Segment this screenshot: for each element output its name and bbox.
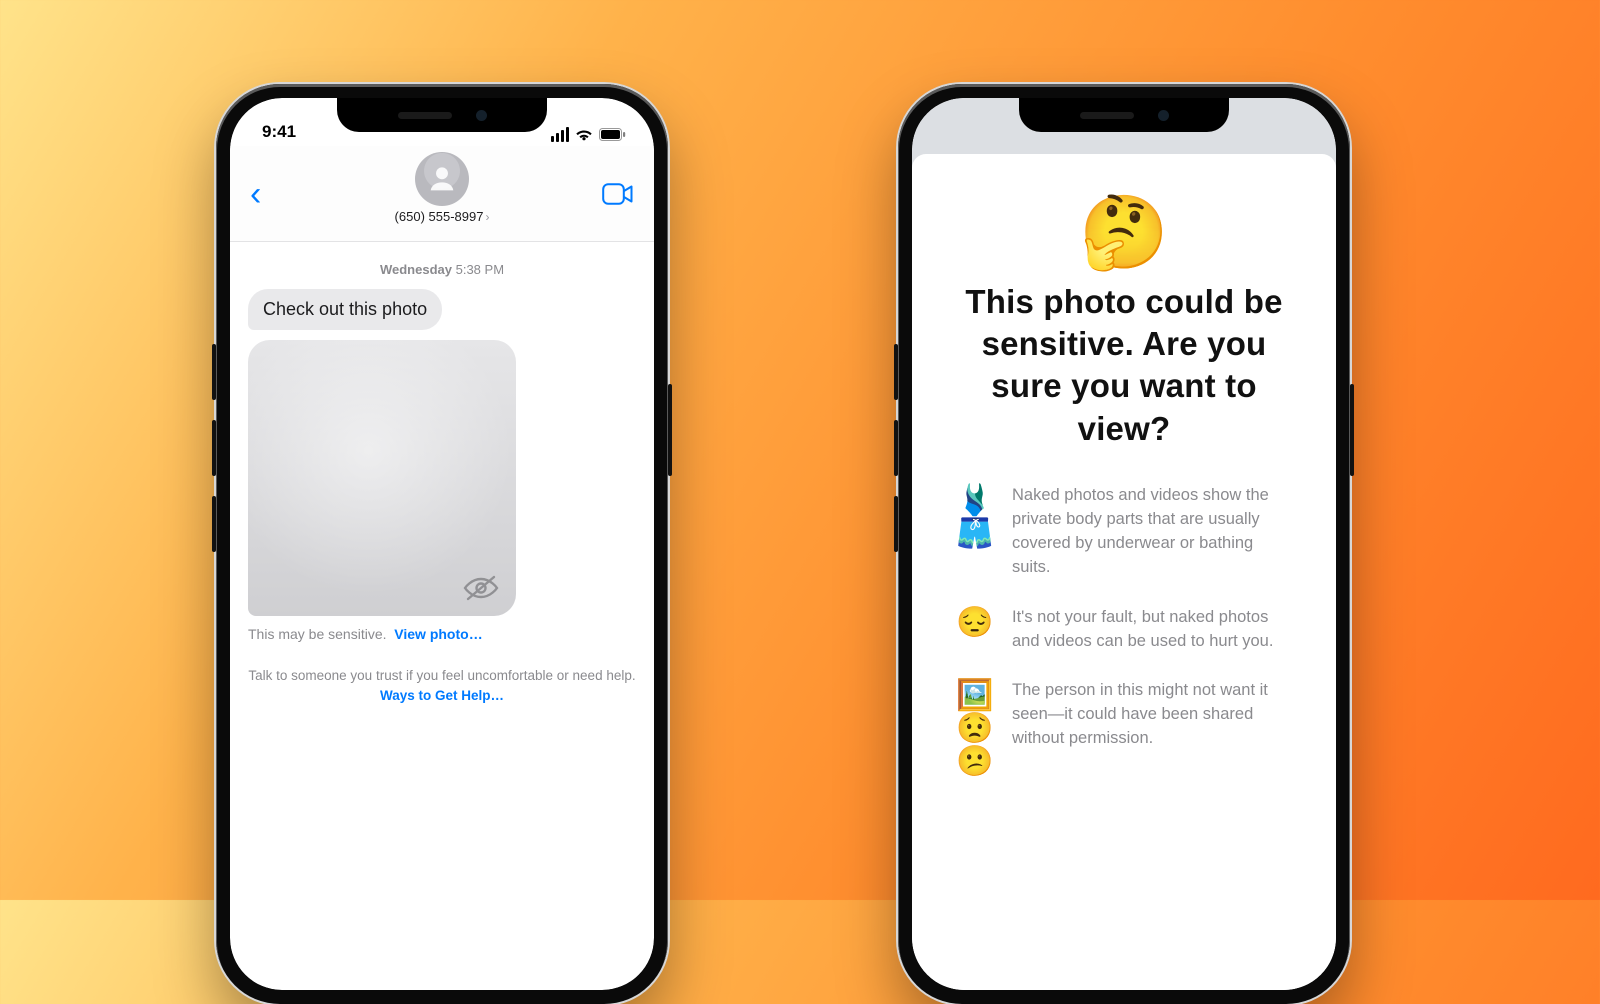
info-point: 🩱🩳 Naked photos and videos show the priv… xyxy=(956,484,1292,580)
cellular-icon xyxy=(551,127,569,142)
wifi-icon xyxy=(575,128,593,141)
promo-stage: 9:41 ‹ (650) 555-8997› xyxy=(0,0,1600,900)
notch xyxy=(337,98,547,132)
thinking-emoji: 🤔 xyxy=(956,190,1292,275)
contact-block[interactable]: (650) 555-8997› xyxy=(230,152,654,226)
contact-name: (650) 555-8997 xyxy=(395,209,484,224)
point-emoji: 😔 xyxy=(956,606,992,639)
ways-to-get-help-link[interactable]: Ways to Get Help… xyxy=(380,688,504,703)
point-text: It's not your fault, but naked photos an… xyxy=(1012,606,1292,654)
avatar xyxy=(415,152,469,206)
point-text: The person in this might not want it see… xyxy=(1012,679,1292,751)
back-button[interactable]: ‹ xyxy=(250,177,261,211)
info-point: 😔 It's not your fault, but naked photos … xyxy=(956,606,1292,654)
screen-messages: 9:41 ‹ (650) 555-8997› xyxy=(230,98,654,990)
info-points: 🩱🩳 Naked photos and videos show the priv… xyxy=(956,484,1292,779)
message-bubble-text[interactable]: Check out this photo xyxy=(248,289,442,330)
help-block: Talk to someone you trust if you feel un… xyxy=(248,666,636,705)
sensitive-content-sheet: 🤔 This photo could be sensitive. Are you… xyxy=(912,154,1336,990)
point-emoji: 🖼️😟😕 xyxy=(956,679,992,778)
message-bubble-photo-blurred[interactable] xyxy=(248,340,516,616)
phone-left: 9:41 ‹ (650) 555-8997› xyxy=(216,84,668,1004)
messages-header: ‹ (650) 555-8997› xyxy=(230,146,654,242)
sensitive-caption: This may be sensitive. View photo… xyxy=(248,626,636,642)
chevron-right-icon: › xyxy=(485,210,489,224)
screen-intervention: 9:41 🤔 This photo could be sensitive. Ar… xyxy=(912,98,1336,990)
point-emoji: 🩱🩳 xyxy=(956,484,992,550)
info-point: 🖼️😟😕 The person in this might not want i… xyxy=(956,679,1292,778)
status-time: 9:41 xyxy=(262,122,296,142)
view-photo-link[interactable]: View photo… xyxy=(394,626,482,642)
point-text: Naked photos and videos show the private… xyxy=(1012,484,1292,580)
timestamp: Wednesday 5:38 PM xyxy=(248,262,636,277)
phone-right: 9:41 🤔 This photo could be sensitive. Ar… xyxy=(898,84,1350,1004)
sheet-headline: This photo could be sensitive. Are you s… xyxy=(956,281,1292,450)
messages-thread: Wednesday 5:38 PM Check out this photo T… xyxy=(230,242,654,705)
notch xyxy=(1019,98,1229,132)
hidden-eye-icon xyxy=(462,574,500,602)
battery-icon xyxy=(599,128,626,141)
facetime-button[interactable] xyxy=(602,183,634,205)
